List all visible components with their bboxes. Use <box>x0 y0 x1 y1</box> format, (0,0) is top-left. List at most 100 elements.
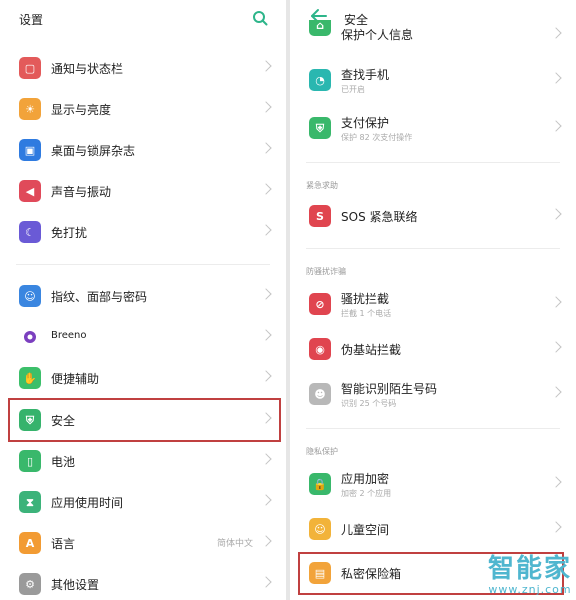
security-item-payment[interactable]: ⛨ 支付保护 保护 82 次支付操作 <box>290 108 576 148</box>
item-label: 免打扰 <box>51 226 88 240</box>
item-subtitle: 识别 25 个号码 <box>341 399 397 408</box>
payment-shield-icon: ⛨ <box>309 117 331 139</box>
settings-panel: 设置 ▢ 通知与状态栏 ☀ 显示与亮度 ▣ 桌面与锁屏杂志 ◀ 声音与振动 ☾ … <box>0 0 286 600</box>
settings-item-assist[interactable]: ✋ 便捷辅助 <box>0 358 286 398</box>
security-item-fake-tower[interactable]: ◉ 伪基站拦截 <box>290 329 576 369</box>
security-item-privacy[interactable]: ⌂ 保护个人信息 <box>290 20 576 44</box>
settings-item-biometrics[interactable]: ☺ 指纹、面部与密码 <box>0 276 286 316</box>
notification-icon: ▢ <box>19 57 41 79</box>
security-item-kids-space[interactable]: ☺ 儿童空间 <box>290 509 576 549</box>
brightness-icon: ☀ <box>19 98 41 120</box>
hourglass-icon: ⧗ <box>19 491 41 513</box>
battery-icon: ▯ <box>19 450 41 472</box>
item-label: 支付保护 <box>341 116 390 130</box>
chevron-right-icon <box>260 142 272 154</box>
item-label: 电池 <box>51 455 76 469</box>
settings-item-wallpaper[interactable]: ▣ 桌面与锁屏杂志 <box>0 130 286 170</box>
security-item-find-phone[interactable]: ◔ 查找手机 已开启 <box>290 60 576 100</box>
chevron-right-icon <box>550 476 562 488</box>
settings-item-language[interactable]: A 语言 简体中文 <box>0 523 286 563</box>
settings-item-notifications[interactable]: ▢ 通知与状态栏 <box>0 48 286 88</box>
block-icon: ⊘ <box>309 293 331 315</box>
item-label: 应用加密 <box>341 472 390 486</box>
settings-item-app-usage[interactable]: ⧗ 应用使用时间 <box>0 482 286 522</box>
assist-icon: ✋ <box>19 367 41 389</box>
wallpaper-icon: ▣ <box>19 139 41 161</box>
item-subtitle: 保护 82 次支付操作 <box>341 133 413 142</box>
item-subtitle: 已开启 <box>341 85 365 94</box>
item-label: 声音与振动 <box>51 185 112 199</box>
item-subtitle: 加密 2 个应用 <box>341 489 392 498</box>
section-divider <box>306 162 560 163</box>
chevron-right-icon <box>260 494 272 506</box>
settings-item-display[interactable]: ☀ 显示与亮度 <box>0 89 286 129</box>
tower-icon: ◉ <box>309 338 331 360</box>
chevron-right-icon <box>550 72 562 84</box>
item-label: 显示与亮度 <box>51 103 112 117</box>
chevron-right-icon <box>550 120 562 132</box>
watermark-url: www.znj.com <box>488 583 572 596</box>
search-icon[interactable] <box>252 10 268 26</box>
breeno-icon <box>19 326 41 348</box>
more-settings-icon: ⚙ <box>19 573 41 595</box>
kids-icon: ☺ <box>309 518 331 540</box>
item-label: 骚扰拦截 <box>341 292 390 306</box>
sos-icon: S <box>309 205 331 227</box>
section-divider <box>16 264 270 265</box>
chevron-right-icon <box>550 341 562 353</box>
contact-icon: ☻ <box>309 383 331 405</box>
chevron-right-icon <box>260 453 272 465</box>
chevron-right-icon <box>260 288 272 300</box>
security-item-sos[interactable]: S SOS 紧急联络 <box>290 196 576 236</box>
item-label: 查找手机 <box>341 68 390 82</box>
lock-icon: 🔒 <box>309 473 331 495</box>
section-header-privacy: 隐私保护 <box>306 447 338 456</box>
page-title: 设置 <box>19 13 44 27</box>
chevron-right-icon <box>260 183 272 195</box>
security-highlight-box <box>8 398 281 442</box>
settings-item-other[interactable]: ⚙ 其他设置 <box>0 564 286 600</box>
chevron-right-icon <box>260 60 272 72</box>
chevron-right-icon <box>260 101 272 113</box>
settings-item-sound[interactable]: ◀ 声音与振动 <box>0 171 286 211</box>
item-label: 保护个人信息 <box>341 28 414 42</box>
item-label: 语言 <box>51 537 76 551</box>
security-item-app-lock[interactable]: 🔒 应用加密 加密 2 个应用 <box>290 464 576 504</box>
fingerprint-icon: ☺ <box>19 285 41 307</box>
section-header-emergency: 紧急求助 <box>306 181 338 190</box>
chevron-right-icon <box>260 535 272 547</box>
moon-icon: ☾ <box>19 221 41 243</box>
section-divider <box>306 248 560 249</box>
privacy-icon: ⌂ <box>309 20 331 36</box>
watermark-logo: 智能家 www.znj.com <box>488 555 572 596</box>
item-label: 指纹、面部与密码 <box>51 290 148 304</box>
item-label: 智能识别陌生号码 <box>341 382 438 396</box>
item-label: 其他设置 <box>51 578 100 592</box>
security-item-smart-identify[interactable]: ☻ 智能识别陌生号码 识别 25 个号码 <box>290 374 576 414</box>
chevron-right-icon <box>550 208 562 220</box>
item-label: 便捷辅助 <box>51 372 100 386</box>
item-label: SOS 紧急联络 <box>341 210 418 224</box>
chevron-right-icon <box>550 386 562 398</box>
security-panel: 安全 ⌂ 保护个人信息 ◔ 查找手机 已开启 ⛨ 支付保护 保护 82 次支付操… <box>290 0 576 600</box>
watermark-brand: 智能家 <box>487 554 572 584</box>
section-header-anti-harassment: 防骚扰诈骗 <box>306 267 346 276</box>
chevron-right-icon <box>550 521 562 533</box>
section-divider <box>306 428 560 429</box>
item-label: 伪基站拦截 <box>341 343 402 357</box>
chevron-right-icon <box>550 27 562 39</box>
security-item-harassment-block[interactable]: ⊘ 骚扰拦截 拦截 1 个电话 <box>290 284 576 324</box>
chevron-right-icon <box>260 370 272 382</box>
find-phone-icon: ◔ <box>309 69 331 91</box>
item-label: 通知与状态栏 <box>51 62 124 76</box>
language-value: 简体中文 <box>216 539 253 549</box>
settings-item-breeno[interactable]: Breeno <box>0 317 286 357</box>
item-label: 应用使用时间 <box>51 496 124 510</box>
item-label: 儿童空间 <box>341 523 390 537</box>
item-label: Breeno <box>51 330 87 341</box>
chevron-right-icon <box>550 296 562 308</box>
settings-item-dnd[interactable]: ☾ 免打扰 <box>0 212 286 252</box>
chevron-right-icon <box>260 224 272 236</box>
sound-icon: ◀ <box>19 180 41 202</box>
settings-item-battery[interactable]: ▯ 电池 <box>0 441 286 481</box>
